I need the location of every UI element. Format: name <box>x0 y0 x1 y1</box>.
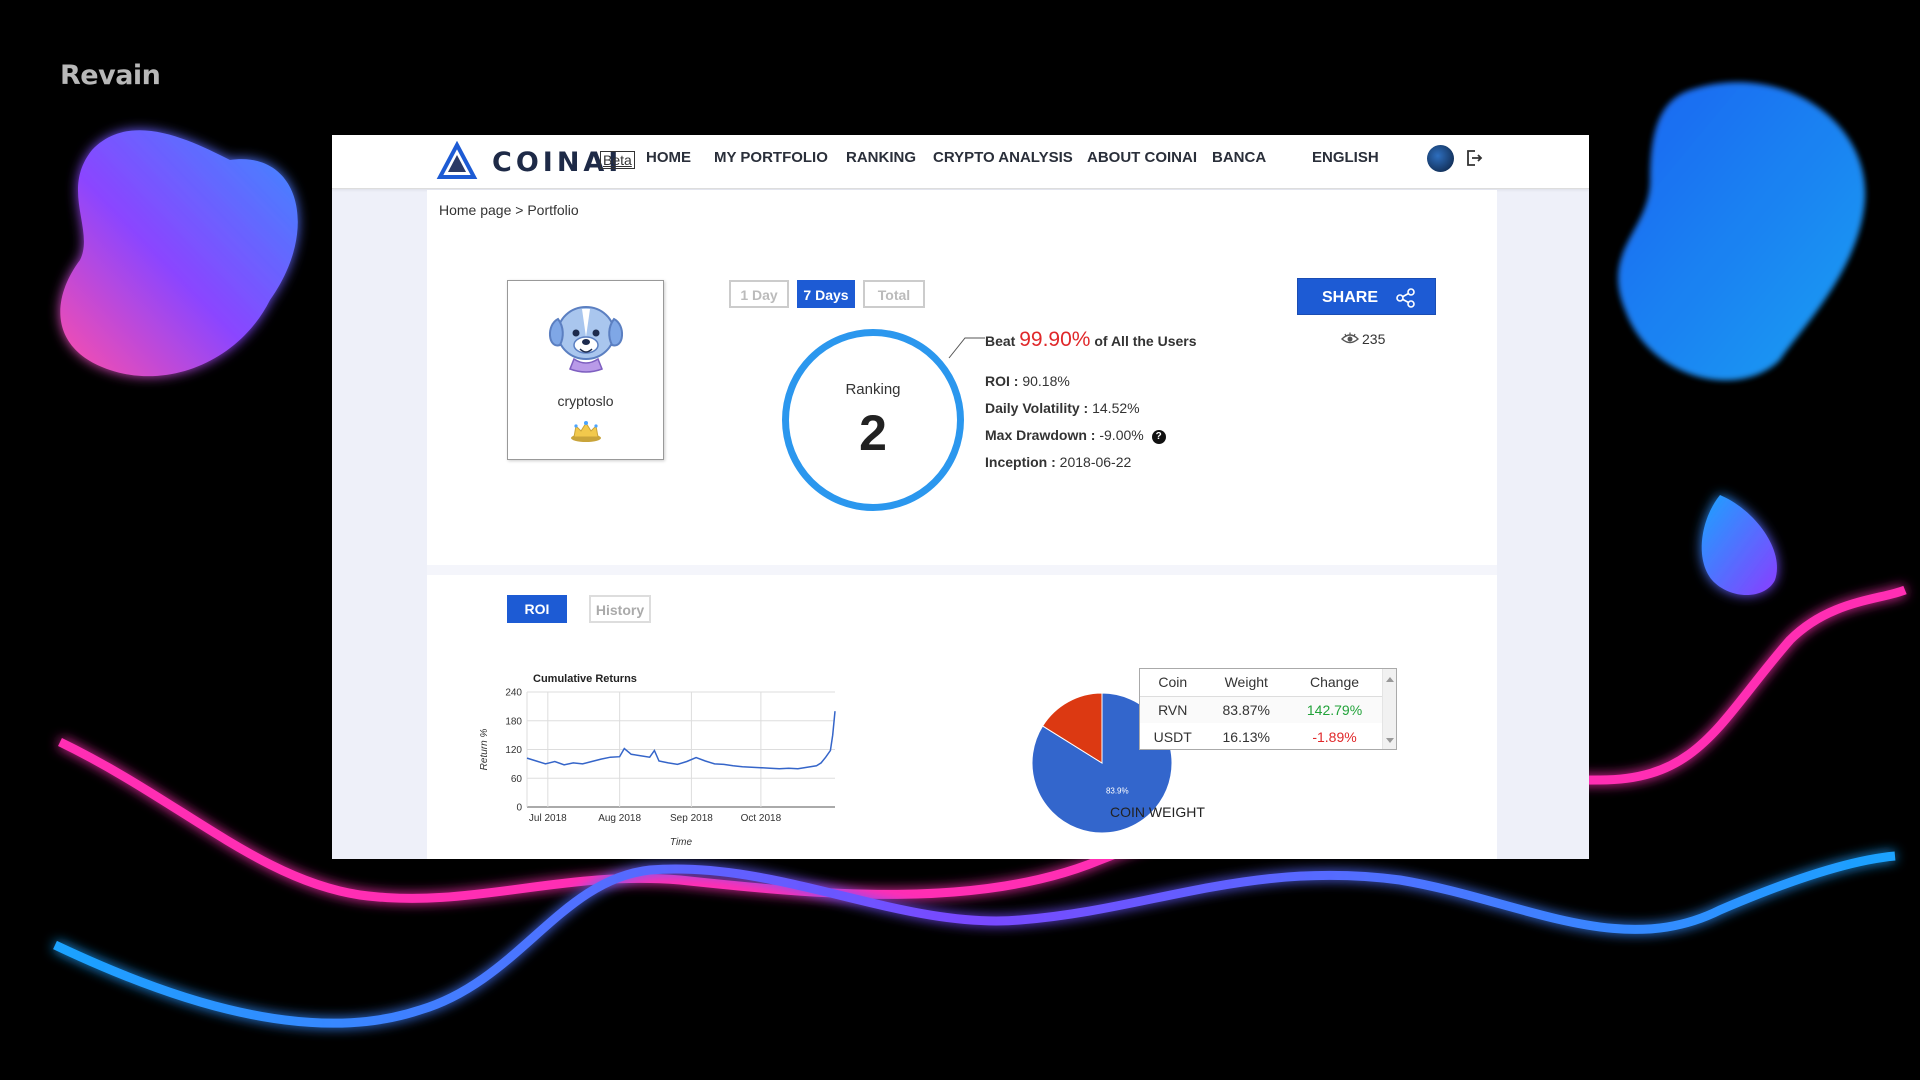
blue-blob <box>1618 82 1866 381</box>
beat-prefix: Beat <box>985 333 1020 349</box>
view-count-value: 235 <box>1362 331 1386 347</box>
coin-cell: USDT <box>1153 728 1192 745</box>
ranking-ring: Ranking 2 <box>782 329 964 511</box>
x-tick-label: Jul 2018 <box>529 813 567 824</box>
col-change: Change <box>1287 669 1382 697</box>
x-axis-label: Time <box>670 837 693 848</box>
drop-shape <box>1701 495 1777 595</box>
table-scrollbar[interactable] <box>1382 669 1396 749</box>
cumulative-returns-chart: Cumulative Returns 0 60 120 180 240 Jul 2018 Au… <box>479 673 836 848</box>
scroll-up-icon[interactable] <box>1386 677 1394 682</box>
beta-badge: Beta <box>600 151 635 169</box>
weight-cell: 16.13% <box>1222 728 1270 745</box>
share-label: SHARE <box>1322 289 1379 306</box>
top-nav-bar: COINAI Beta HOME MY PORTFOLIO RANKING CR… <box>332 135 1589 189</box>
weight-cell: 83.87% <box>1205 696 1288 723</box>
share-button[interactable]: SHARE <box>1297 278 1436 315</box>
roi-value: 90.18% <box>1018 373 1070 389</box>
section-divider <box>427 565 1497 575</box>
profile-card: cryptoslo <box>507 280 664 460</box>
table-row: RVN 83.87% 142.79% <box>1140 696 1382 723</box>
inception-label: Inception : <box>985 454 1056 470</box>
view-count: 235 <box>1341 331 1385 347</box>
scroll-down-icon[interactable] <box>1386 738 1394 743</box>
y-tick-label: 0 <box>516 803 522 814</box>
volatility-value: 14.52% <box>1088 400 1140 416</box>
y-tick-label: 240 <box>505 688 522 699</box>
tab-history[interactable]: History <box>589 595 651 623</box>
x-tick-label: Sep 2018 <box>670 813 713 824</box>
nav-about-coinai[interactable]: ABOUT COINAI <box>1087 149 1197 166</box>
drawdown-label: Max Drawdown : <box>985 427 1096 443</box>
chart-title: Cumulative Returns <box>533 673 637 685</box>
nav-crypto-analysis[interactable]: CRYPTO ANALYSIS <box>933 149 1073 166</box>
change-cell: 142.79% <box>1287 696 1382 723</box>
y-tick-label: 120 <box>505 745 522 756</box>
share-icon <box>1396 288 1415 308</box>
crown-badge-icon <box>571 421 601 442</box>
period-1-day-button[interactable]: 1 Day <box>729 280 789 308</box>
nav-my-portfolio[interactable]: MY PORTFOLIO <box>714 149 828 166</box>
inception-value: 2018-06-22 <box>1055 454 1132 470</box>
drawdown-value: -9.00% <box>1095 427 1144 443</box>
revain-watermark: Revain <box>60 60 161 91</box>
inception-stat: Inception : 2018-06-22 <box>985 454 1131 470</box>
pie-slice-label: 83.9% <box>1106 787 1129 796</box>
x-tick-label: Aug 2018 <box>598 813 641 824</box>
cumulative-returns-line <box>526 711 836 770</box>
drawdown-stat: Max Drawdown : -9.00%? <box>985 427 1166 444</box>
language-selector[interactable]: ENGLISH <box>1312 149 1379 166</box>
period-total-button[interactable]: Total <box>863 280 925 308</box>
col-coin: Coin <box>1140 669 1206 697</box>
volatility-label: Daily Volatility : <box>985 400 1089 416</box>
beat-users-text: Beat 99.90% of All the Users <box>985 328 1197 352</box>
nav-banca[interactable]: BANCA <box>1212 149 1266 166</box>
beat-suffix: of All the Users <box>1090 333 1197 349</box>
y-axis-label: Return % <box>479 729 490 771</box>
y-tick-label: 180 <box>505 716 522 727</box>
y-tick-label: 60 <box>511 774 523 785</box>
dog-avatar-icon <box>549 306 623 373</box>
coin-weight-title: COIN WEIGHT <box>1110 804 1205 820</box>
coin-weight-table: Coin Weight Change RVN 83.87% 142.79% US… <box>1139 668 1397 750</box>
app-screenshot: COINAI Beta HOME MY PORTFOLIO RANKING CR… <box>332 135 1589 859</box>
help-icon[interactable]: ? <box>1151 430 1166 444</box>
change-cell: -1.89% <box>1312 728 1357 745</box>
coin-cell: RVN <box>1140 696 1206 723</box>
roi-label: ROI : <box>985 373 1019 389</box>
col-weight: Weight <box>1205 669 1288 697</box>
portfolio-content: Home page > Portfolio cryptoslo 1 Day 7 … <box>427 190 1497 859</box>
volatility-stat: Daily Volatility : 14.52% <box>985 400 1140 416</box>
eye-icon <box>1341 332 1359 344</box>
ranking-label: Ranking <box>845 381 901 398</box>
breadcrumb[interactable]: Home page > Portfolio <box>439 202 579 218</box>
blue-wave <box>53 851 1896 1028</box>
tab-roi[interactable]: ROI <box>507 595 567 623</box>
logout-icon[interactable] <box>1464 148 1484 168</box>
coinai-logo-icon[interactable] <box>436 141 478 183</box>
user-avatar-icon[interactable] <box>1427 145 1454 172</box>
purple-blob <box>60 130 298 377</box>
username: cryptoslo <box>557 393 614 409</box>
ranking-value: 2 <box>859 405 887 461</box>
roi-stat: ROI : 90.18% <box>985 373 1070 389</box>
leader-line <box>948 337 985 359</box>
period-7-days-button[interactable]: 7 Days <box>797 280 855 308</box>
nav-home[interactable]: HOME <box>646 149 691 166</box>
x-tick-label: Oct 2018 <box>741 813 782 824</box>
beat-percent: 99.90% <box>1019 328 1091 351</box>
nav-ranking[interactable]: RANKING <box>846 149 916 166</box>
table-row: USDT 16.13% -1.89% <box>1140 723 1382 750</box>
